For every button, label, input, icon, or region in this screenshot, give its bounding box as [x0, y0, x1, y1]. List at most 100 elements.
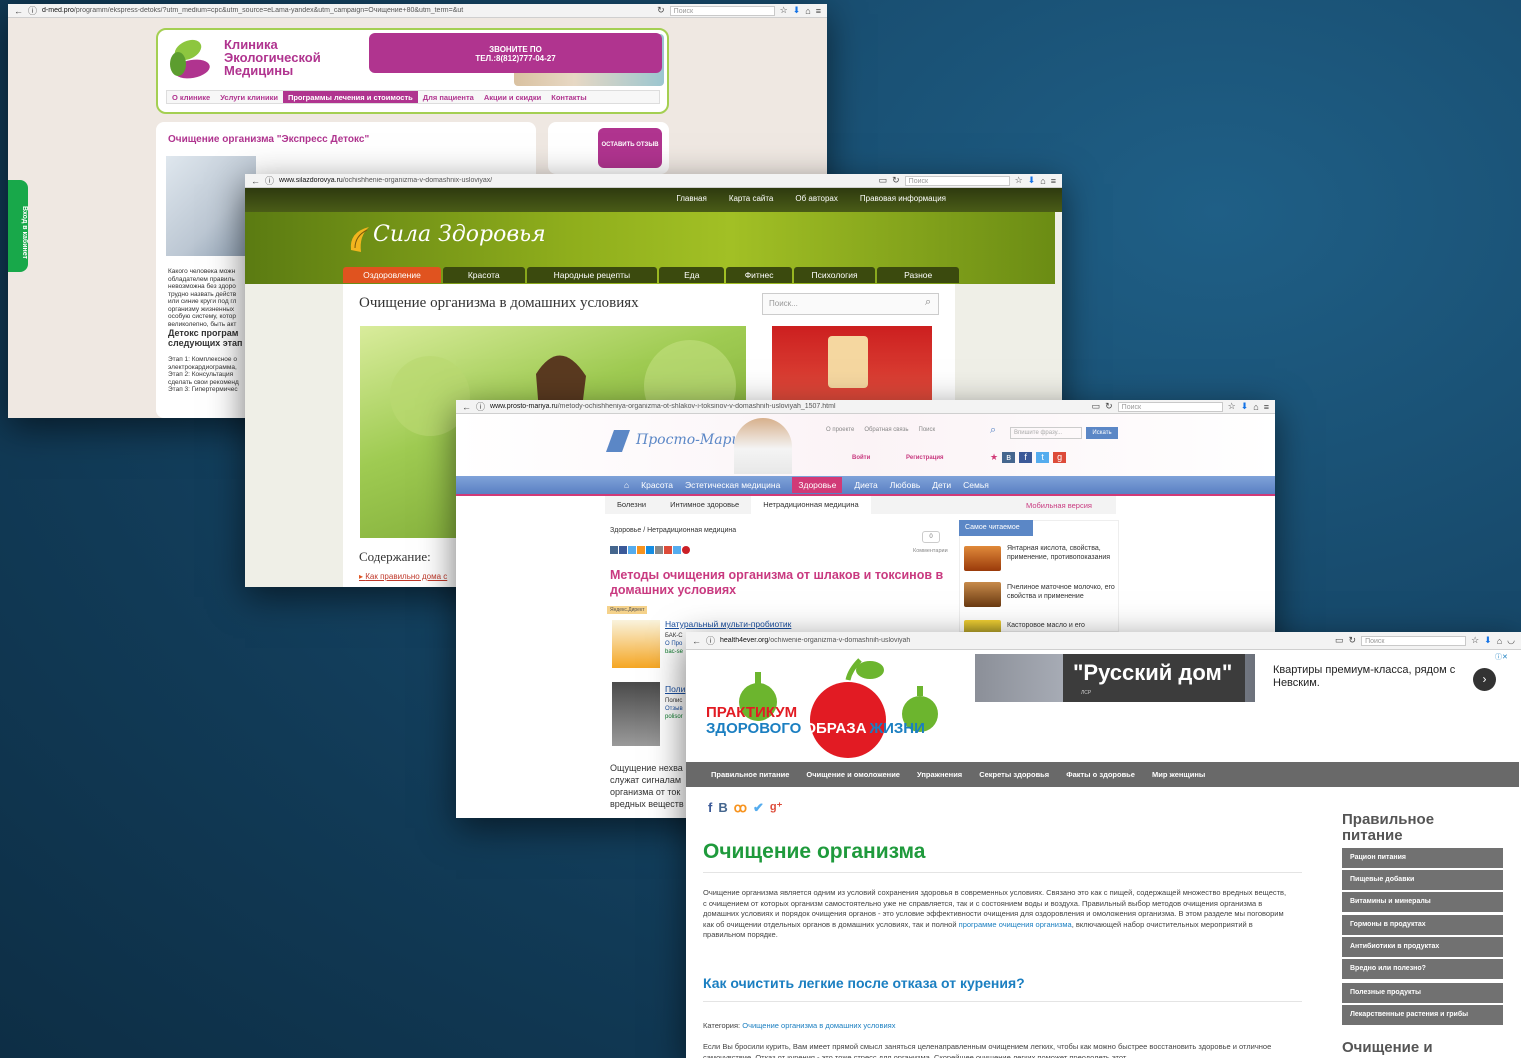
back-icon[interactable]: ←	[251, 176, 260, 186]
back-icon[interactable]: ←	[692, 636, 701, 646]
google-plus-icon[interactable]: g	[1053, 452, 1067, 463]
back-icon[interactable]: ←	[14, 6, 23, 16]
browser-search-input[interactable]: Поиск	[904, 175, 1010, 186]
nav-item-kids[interactable]: Дети	[932, 480, 951, 490]
nav-item-health[interactable]: Оздоровление	[343, 267, 441, 283]
nav-item-aesthetic[interactable]: Эстетическая медицина	[685, 480, 780, 490]
nav-item-secrets[interactable]: Секреты здоровья	[979, 770, 1049, 779]
nav-item-health[interactable]: Здоровье	[792, 477, 843, 493]
info-icon[interactable]: ⓘ	[28, 4, 37, 17]
comments-count-badge[interactable]: 0	[922, 531, 940, 543]
bookmark-star-icon[interactable]: ☆	[1015, 175, 1023, 186]
url-field[interactable]: health4ever.org/ochiwenie-organizma-v-do…	[720, 637, 1330, 644]
top-link-legal[interactable]: Правовая информация	[860, 194, 946, 203]
mail-share-icon[interactable]	[646, 546, 654, 554]
facebook-icon[interactable]: f	[708, 800, 712, 816]
menu-icon[interactable]: ≡	[1051, 176, 1056, 186]
download-icon[interactable]: ⬇	[1241, 401, 1249, 412]
download-icon[interactable]: ⬇	[1484, 635, 1492, 646]
search-icon[interactable]: ⌕	[925, 296, 931, 309]
sidebar-item[interactable]: Витамины и минералы	[1342, 892, 1503, 912]
nav-item-food[interactable]: Еда	[659, 267, 725, 283]
nav-item-facts[interactable]: Факты о здоровье	[1066, 770, 1135, 779]
menu-item-programs[interactable]: Программы лечения и стоимость	[282, 91, 418, 103]
menu-item-contacts[interactable]: Контакты	[546, 91, 591, 103]
vk-share-icon[interactable]	[610, 546, 618, 554]
ad2-title-link[interactable]: Поли	[665, 684, 685, 694]
ad-title-link[interactable]: Натуральный мульти-пробиотик	[665, 619, 791, 629]
nav-item-women[interactable]: Мир женщины	[1152, 770, 1205, 779]
menu-item-services[interactable]: Услуги клиники	[215, 91, 283, 103]
nav-item-exercises[interactable]: Упражнения	[917, 770, 962, 779]
pocket-icon[interactable]: ◡	[1507, 635, 1515, 646]
download-icon[interactable]: ⬇	[793, 5, 801, 16]
sidebar-item[interactable]: Лекарственные растения и грибы	[1342, 1005, 1503, 1025]
top-link-about[interactable]: О проекте	[826, 427, 854, 433]
home-icon[interactable]: ⌂	[1253, 402, 1258, 412]
odnoklassniki-icon[interactable]: ꝏ	[734, 800, 747, 816]
sidebar-item[interactable]: Гормоны в продуктах	[1342, 915, 1503, 935]
pinterest-share-icon[interactable]	[682, 546, 690, 554]
sidebar-item[interactable]: Полезные продукты	[1342, 983, 1503, 1003]
royal-jelly-thumb[interactable]	[964, 582, 1001, 607]
url-field[interactable]: www.prosto-mariya.ru/metody-ochishheniya…	[490, 403, 1087, 410]
sidebar-item[interactable]: Вредно или полезно?	[1342, 959, 1503, 979]
category-link[interactable]: Очищение организма в домашних условиях	[742, 1021, 895, 1030]
back-icon[interactable]: ←	[462, 402, 471, 412]
ad-banner[interactable]	[772, 326, 932, 400]
browser-search-input[interactable]: Поиск	[1117, 401, 1223, 412]
contents-link[interactable]: ▸ Как правильно дома с	[359, 572, 447, 581]
leave-review-button[interactable]: ОСТАВИТЬ ОТЗЫВ	[598, 128, 662, 168]
nav-item-recipes[interactable]: Народные рецепты	[526, 267, 658, 283]
url-field[interactable]: www.silazdorovya.ru/ochishhenie-organizm…	[279, 177, 874, 184]
top-link-authors[interactable]: Об авторах	[795, 194, 837, 203]
call-banner[interactable]: ЗВОНИТЕ ПО ТЕЛ.:8(812)777-04-27	[369, 33, 662, 73]
vk-icon[interactable]: B	[718, 800, 727, 816]
ad-close-icon[interactable]: ⓘ✕	[1495, 652, 1508, 662]
reload-icon[interactable]: ↻	[657, 5, 665, 16]
home-icon[interactable]: ⌂	[1040, 176, 1045, 186]
nav-item-beauty[interactable]: Красота	[641, 480, 673, 490]
browser-search-input[interactable]: Поиск	[1361, 635, 1467, 646]
twitter-share-icon[interactable]	[628, 546, 636, 554]
cabinet-login-tab[interactable]: Вход в кабинет	[8, 180, 28, 272]
menu-icon[interactable]: ≡	[1264, 402, 1269, 412]
home-icon[interactable]: ⌂	[624, 480, 629, 490]
ok-share-icon[interactable]	[637, 546, 645, 554]
menu-item-patient[interactable]: Для пациента	[418, 91, 479, 103]
twitter-icon[interactable]: ✔	[753, 800, 764, 816]
download-icon[interactable]: ⬇	[1028, 175, 1036, 186]
search-icon[interactable]: ⌕	[990, 424, 996, 437]
info-icon[interactable]: ⓘ	[476, 400, 485, 413]
login-link[interactable]: Войти	[852, 455, 870, 461]
top-link-sitemap[interactable]: Карта сайта	[729, 194, 774, 203]
breadcrumb[interactable]: Здоровье / Нетрадиционная медицина	[610, 527, 736, 534]
menu-icon[interactable]: ≡	[816, 6, 821, 16]
chevron-right-icon[interactable]: ›	[1473, 668, 1496, 691]
reader-view-icon[interactable]: ▭	[879, 175, 888, 186]
site-logo[interactable]: Сила Здоровья	[373, 222, 546, 247]
mobile-version-link[interactable]: Мобильная версия	[1026, 501, 1092, 510]
subnav-item-alternative[interactable]: Нетрадиционная медицина	[751, 496, 871, 514]
most-read-tab[interactable]: Самое читаемое	[959, 520, 1033, 536]
nav-item-family[interactable]: Семья	[963, 480, 989, 490]
bookmark-star-icon[interactable]: ☆	[1228, 401, 1236, 412]
intro-link[interactable]: программе очищения организма	[959, 920, 1072, 929]
browser-search-input[interactable]: Поиск	[669, 5, 775, 16]
google-plus-icon[interactable]: g⁺	[770, 800, 783, 816]
most-read-item[interactable]: Касторовое масло и его	[1007, 621, 1117, 630]
nav-item-psychology[interactable]: Психология	[793, 267, 876, 283]
facebook-icon[interactable]: f	[1019, 452, 1033, 463]
menu-item-promos[interactable]: Акции и скидки	[479, 91, 546, 103]
email-share-icon[interactable]	[673, 546, 681, 554]
nav-item-nutrition[interactable]: Правильное питание	[711, 770, 789, 779]
info-icon[interactable]: ⓘ	[265, 174, 274, 187]
reload-icon[interactable]: ↻	[892, 175, 900, 186]
subnav-item-diseases[interactable]: Болезни	[605, 496, 658, 514]
nav-item-beauty[interactable]: Красота	[442, 267, 525, 283]
site-search-input[interactable]: Поиск...	[762, 293, 939, 315]
search-button[interactable]: Искать	[1086, 427, 1118, 439]
most-read-item[interactable]: Янтарная кислота, свойства, применение, …	[1007, 544, 1117, 562]
vk-icon[interactable]: в	[1002, 452, 1016, 463]
sidebar-item[interactable]: Рацион питания	[1342, 848, 1503, 868]
